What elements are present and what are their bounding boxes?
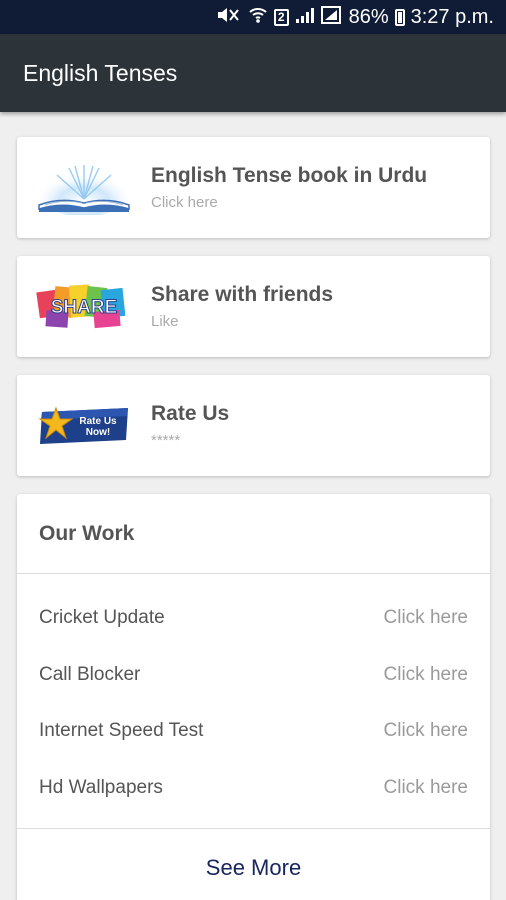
battery-percent: 86% [348, 5, 389, 28]
share-badge-text: SHARE [51, 297, 118, 318]
battery-icon [394, 8, 405, 26]
signal-icon [295, 6, 315, 29]
see-more-button[interactable]: See More [206, 855, 301, 881]
card-subtitle: ***** [151, 432, 181, 449]
card-title: Share with friends [151, 283, 334, 306]
see-more-bar: See More [17, 828, 490, 900]
card-rate-us[interactable]: Rate Us Now! Rate Us ***** [17, 375, 490, 476]
rate-us-badge-icon: Rate Us Now! [17, 375, 151, 476]
work-item-cricket-update[interactable]: Cricket Update Click here [17, 590, 490, 647]
click-here-link[interactable]: Click here [384, 720, 468, 742]
our-work-title: Our Work [39, 521, 135, 545]
app-bar: English Tenses [0, 34, 506, 112]
click-here-link[interactable]: Click here [384, 777, 468, 799]
card-title: English Tense book in Urdu [151, 164, 428, 187]
clock: 3:27 p.m. [410, 5, 494, 28]
click-here-link[interactable]: Click here [384, 664, 468, 686]
click-here-link[interactable]: Click here [384, 607, 468, 629]
our-work-card: Our Work Cricket Update Click here Call … [17, 494, 490, 900]
wifi-icon [248, 6, 268, 29]
our-work-header: Our Work [17, 494, 490, 574]
work-item-internet-speed-test[interactable]: Internet Speed Test Click here [17, 703, 490, 760]
card-subtitle: Like [151, 313, 179, 330]
share-badge-icon: SHARE [17, 256, 151, 357]
card-subtitle: Click here [151, 194, 218, 211]
work-item-call-blocker[interactable]: Call Blocker Click here [17, 647, 490, 704]
status-bar: 2 86% 3:27 p.m. [0, 0, 506, 34]
card-tense-book[interactable]: English Tense book in Urdu Click here [17, 137, 490, 238]
sim-badge: 2 [273, 8, 289, 26]
open-book-icon [17, 137, 151, 238]
work-item-label: Hd Wallpapers [39, 776, 163, 798]
signal-box-icon [320, 5, 341, 29]
app-title: English Tenses [23, 59, 178, 86]
work-item-hd-wallpapers[interactable]: Hd Wallpapers Click here [17, 760, 490, 817]
card-share[interactable]: SHARE Share with friends Like [17, 256, 490, 357]
mute-icon [216, 6, 242, 29]
card-title: Rate Us [151, 402, 230, 425]
work-item-label: Call Blocker [39, 663, 141, 685]
work-item-label: Internet Speed Test [39, 720, 204, 742]
work-item-label: Cricket Update [39, 607, 165, 629]
rate-badge-text-2: Now! [86, 427, 110, 438]
rate-badge-text: Rate Us [79, 416, 117, 427]
our-work-list: Cricket Update Click here Call Blocker C… [17, 574, 490, 816]
